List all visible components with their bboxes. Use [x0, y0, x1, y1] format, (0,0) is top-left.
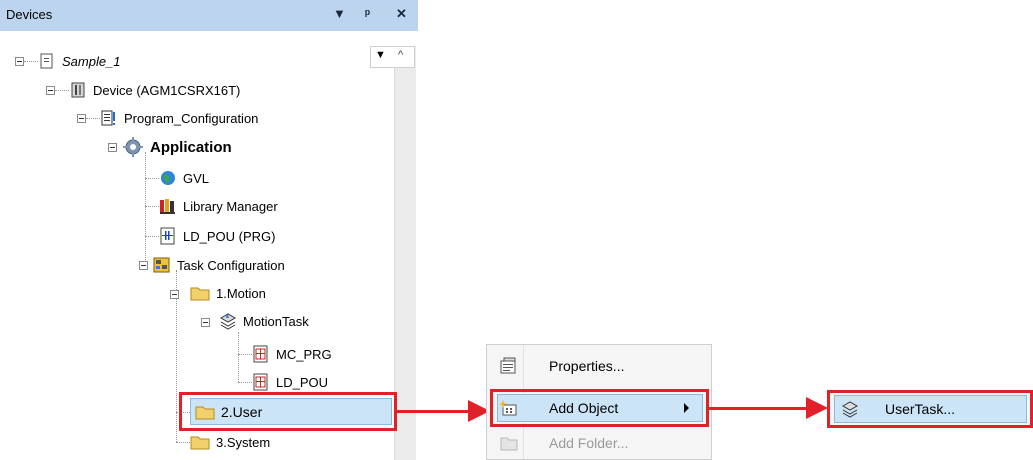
tree-item-label: Program_Configuration	[124, 110, 259, 126]
menu-item-add-folder[interactable]: Add Folder...	[486, 429, 712, 457]
menu-item-label: Properties...	[549, 358, 625, 374]
tree-item-ld-pou-prg[interactable]: LD_POU (PRG)	[159, 225, 275, 247]
menu-item-label: Add Object	[549, 400, 619, 416]
globe-icon	[159, 169, 177, 187]
gear-icon	[122, 137, 144, 157]
tree-item-label: Library Manager	[183, 198, 278, 214]
project-icon	[38, 52, 56, 70]
collapse-icon[interactable]	[46, 86, 55, 95]
tree-item-label: Sample_1	[62, 53, 121, 69]
tree-item-application[interactable]: Application	[122, 136, 232, 158]
tree-item-motiontask[interactable]: MotionTask	[219, 310, 309, 332]
panel-menu-dropdown-icon[interactable]: ▼	[333, 6, 346, 21]
menu-item-usertask[interactable]: UserTask...	[827, 395, 1033, 423]
collapse-icon[interactable]	[108, 143, 117, 152]
scroll-controls: ▼ ^	[370, 46, 415, 68]
pou-call-icon	[252, 373, 270, 391]
scroll-up-icon[interactable]: ^	[398, 49, 403, 61]
task-icon	[841, 400, 859, 418]
collapse-icon[interactable]	[201, 318, 210, 327]
collapse-icon[interactable]	[139, 261, 148, 270]
tree-item-label: LD_POU	[276, 374, 329, 390]
folder-icon	[190, 433, 210, 451]
dropdown-icon[interactable]: ▼	[375, 49, 386, 61]
arrow-head	[806, 397, 828, 419]
tree-item-label: 2.User	[221, 404, 263, 420]
tree-item-label: MotionTask	[243, 313, 309, 329]
menu-item-label: Add Folder...	[549, 435, 629, 451]
tree-item-program-configuration[interactable]: Program_Configuration	[100, 107, 258, 129]
folder-icon	[500, 434, 518, 452]
submenu-arrow-icon	[684, 403, 689, 413]
library-icon	[159, 197, 177, 215]
tree-item-label: LD_POU (PRG)	[183, 228, 276, 244]
collapse-icon[interactable]	[77, 114, 86, 123]
menu-item-add-object[interactable]: Add Object	[486, 394, 712, 422]
pin-icon[interactable]: ᵖ	[365, 6, 370, 21]
device-icon	[69, 81, 87, 99]
properties-icon	[500, 357, 518, 375]
tree-item-ld-pou[interactable]: LD_POU	[252, 371, 328, 393]
tree-item-sample-1[interactable]: Sample_1	[38, 50, 121, 72]
menu-item-label: UserTask...	[885, 401, 956, 417]
tree-item-label: Device (AGM1CSRX16T)	[93, 82, 241, 98]
tree-item-library-manager[interactable]: Library Manager	[159, 195, 278, 217]
pou-call-icon	[252, 345, 270, 363]
collapse-icon[interactable]	[15, 57, 24, 66]
panel-header: Devices ▼ ᵖ ✕	[0, 0, 418, 31]
close-icon[interactable]: ✕	[396, 6, 407, 22]
folder-icon	[190, 284, 210, 302]
tree-item-3-system[interactable]: 3.System	[190, 431, 270, 453]
arrow-line	[709, 407, 808, 410]
tree-item-2-user[interactable]: 2.User	[195, 401, 262, 423]
task-icon	[219, 312, 237, 330]
menu-item-properties[interactable]: Properties...	[486, 352, 712, 380]
tree-item-mc-prg[interactable]: MC_PRG	[252, 343, 332, 365]
tree-item-label: GVL	[183, 170, 210, 186]
arrow-line	[397, 410, 471, 413]
tree-item-label: 1.Motion	[216, 285, 266, 301]
pou-icon	[159, 227, 177, 245]
program-config-icon	[100, 109, 118, 127]
tree-item-task-configuration[interactable]: Task Configuration	[153, 254, 285, 276]
tree-item-label: Application	[150, 138, 232, 156]
tree-item-label: 3.System	[216, 434, 271, 450]
tree-item-device[interactable]: Device (AGM1CSRX16T)	[69, 79, 240, 101]
panel-title: Devices	[6, 7, 53, 22]
tree-item-label: MC_PRG	[276, 346, 332, 362]
add-object-icon	[499, 399, 518, 417]
tree-item-label: Task Configuration	[177, 257, 285, 273]
tree-item-1-motion[interactable]: 1.Motion	[190, 282, 266, 304]
folder-icon	[195, 403, 215, 421]
devices-panel: Devices ▼ ᵖ ✕ ▼ ^ Sample_1 Device (AGM1C…	[0, 0, 418, 460]
collapse-icon[interactable]	[170, 290, 179, 299]
task-config-icon	[153, 256, 171, 274]
vertical-scrollbar[interactable]	[394, 46, 416, 460]
tree-item-gvl[interactable]: GVL	[159, 167, 209, 189]
